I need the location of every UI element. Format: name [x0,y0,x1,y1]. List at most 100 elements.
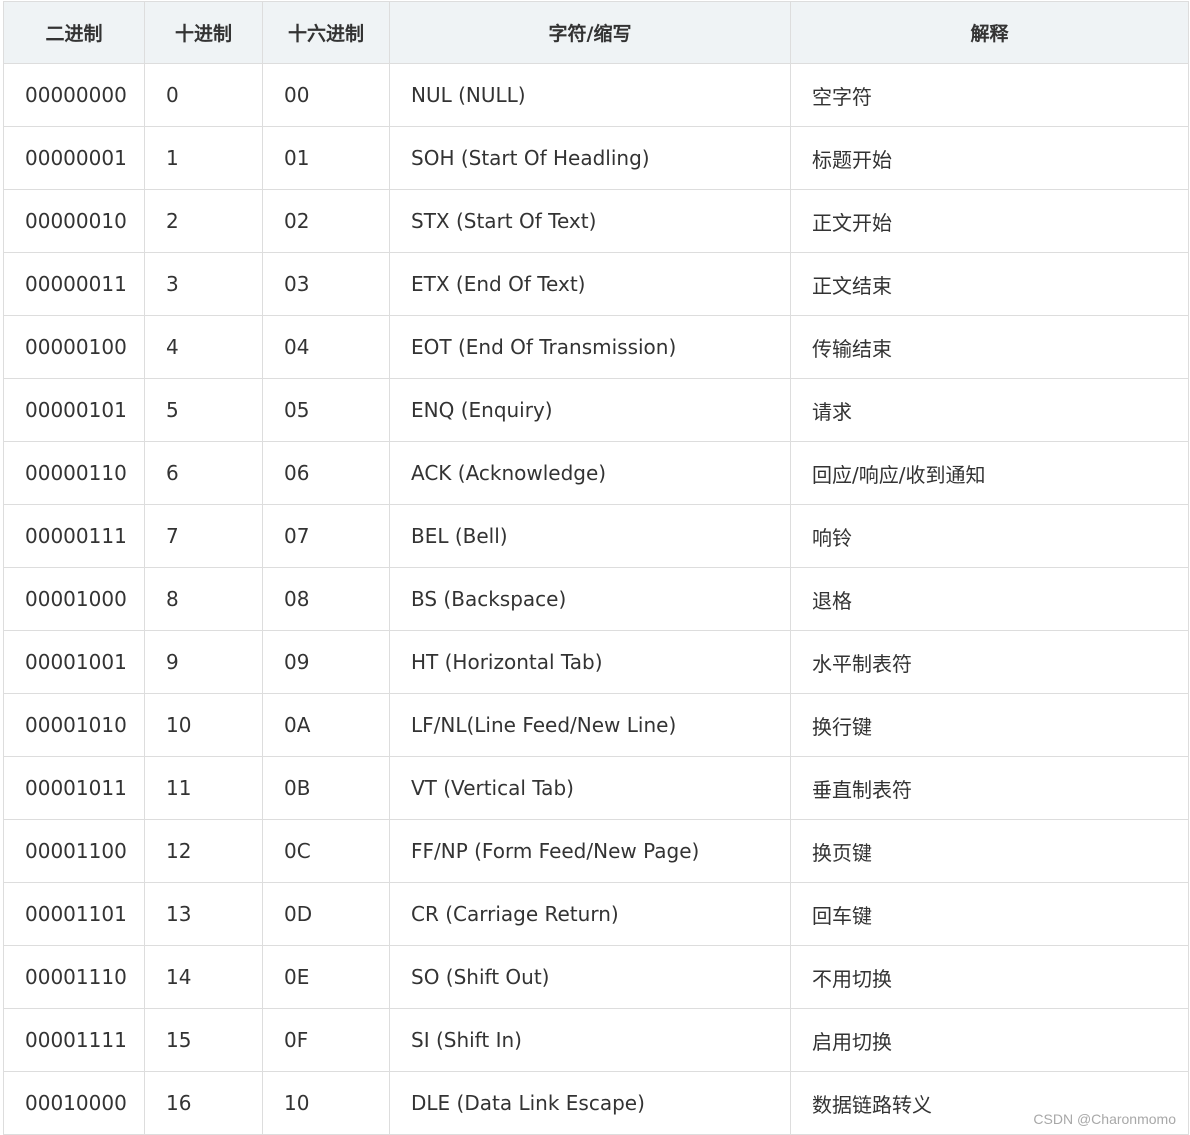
cell-binary: 00001100 [3,819,145,883]
cell-binary: 00001001 [3,630,145,694]
table-row: 00000000 0 00 NUL (NULL) 空字符 [3,63,1189,127]
table-row: 00000100 4 04 EOT (End Of Transmission) 传输结束 [3,315,1189,379]
header-char-abbr: 字符/缩写 [389,1,791,64]
cell-binary: 00000101 [3,378,145,442]
cell-explanation: 传输结束 [790,315,1189,379]
cell-decimal: 2 [144,189,263,253]
table-row: 00001101 13 0D CR (Carriage Return) 回车键 [3,882,1189,946]
cell-char-abbr: SO (Shift Out) [389,945,791,1009]
table-row: 00001011 11 0B VT (Vertical Tab) 垂直制表符 [3,756,1189,820]
cell-decimal: 8 [144,567,263,631]
cell-explanation: 不用切换 [790,945,1189,1009]
cell-char-abbr: SI (Shift In) [389,1008,791,1072]
cell-binary: 00000011 [3,252,145,316]
header-explanation: 解释 [790,1,1189,64]
header-decimal: 十进制 [144,1,263,64]
table-row: 00001001 9 09 HT (Horizontal Tab) 水平制表符 [3,630,1189,694]
cell-explanation: 回车键 [790,882,1189,946]
cell-explanation: 请求 [790,378,1189,442]
cell-binary: 00001111 [3,1008,145,1072]
cell-decimal: 11 [144,756,263,820]
cell-char-abbr: SOH (Start Of Headling) [389,126,791,190]
cell-decimal: 7 [144,504,263,568]
table-row: 00010000 16 10 DLE (Data Link Escape) 数据链路转义 [3,1071,1189,1135]
cell-char-abbr: FF/NP (Form Feed/New Page) [389,819,791,883]
cell-explanation: 响铃 [790,504,1189,568]
cell-decimal: 3 [144,252,263,316]
cell-hex: 07 [262,504,390,568]
cell-hex: 0A [262,693,390,757]
header-hex: 十六进制 [262,1,390,64]
cell-decimal: 0 [144,63,263,127]
cell-explanation: 正文结束 [790,252,1189,316]
cell-char-abbr: STX (Start Of Text) [389,189,791,253]
cell-char-abbr: ACK (Acknowledge) [389,441,791,505]
cell-decimal: 5 [144,378,263,442]
table-row: 00000101 5 05 ENQ (Enquiry) 请求 [3,378,1189,442]
cell-hex: 00 [262,63,390,127]
cell-decimal: 6 [144,441,263,505]
header-binary: 二进制 [3,1,145,64]
table-row: 00001110 14 0E SO (Shift Out) 不用切换 [3,945,1189,1009]
cell-hex: 10 [262,1071,390,1135]
cell-binary: 00000110 [3,441,145,505]
cell-char-abbr: VT (Vertical Tab) [389,756,791,820]
cell-explanation: 回应/响应/收到通知 [790,441,1189,505]
cell-hex: 0F [262,1008,390,1072]
cell-decimal: 16 [144,1071,263,1135]
cell-hex: 02 [262,189,390,253]
table-row: 00001000 8 08 BS (Backspace) 退格 [3,567,1189,631]
cell-char-abbr: CR (Carriage Return) [389,882,791,946]
cell-binary: 00000111 [3,504,145,568]
cell-char-abbr: HT (Horizontal Tab) [389,630,791,694]
cell-decimal: 10 [144,693,263,757]
cell-binary: 00000001 [3,126,145,190]
ascii-control-table: 二进制 十进制 十六进制 字符/缩写 解释 00000000 0 00 NUL (NU… [3,1,1189,1135]
cell-hex: 08 [262,567,390,631]
cell-binary: 00000100 [3,315,145,379]
cell-binary: 00000010 [3,189,145,253]
cell-explanation: 启用切换 [790,1008,1189,1072]
table-row: 00000111 7 07 BEL (Bell) 响铃 [3,504,1189,568]
cell-hex: 04 [262,315,390,379]
cell-explanation: 标题开始 [790,126,1189,190]
cell-binary: 00001101 [3,882,145,946]
table-row: 00000010 2 02 STX (Start Of Text) 正文开始 [3,189,1189,253]
cell-decimal: 9 [144,630,263,694]
cell-hex: 0D [262,882,390,946]
cell-hex: 0E [262,945,390,1009]
table-row: 00001100 12 0C FF/NP (Form Feed/New Page) 换页… [3,819,1189,883]
cell-char-abbr: NUL (NULL) [389,63,791,127]
table-row: 00000001 1 01 SOH (Start Of Headling) 标题开始 [3,126,1189,190]
table-row: 00000110 6 06 ACK (Acknowledge) 回应/响应/收到通知 [3,441,1189,505]
cell-explanation: 正文开始 [790,189,1189,253]
cell-hex: 06 [262,441,390,505]
cell-hex: 09 [262,630,390,694]
cell-hex: 0B [262,756,390,820]
cell-binary: 00001011 [3,756,145,820]
cell-hex: 01 [262,126,390,190]
cell-decimal: 15 [144,1008,263,1072]
cell-decimal: 4 [144,315,263,379]
cell-hex: 05 [262,378,390,442]
cell-hex: 03 [262,252,390,316]
cell-explanation: 换行键 [790,693,1189,757]
cell-char-abbr: LF/NL(Line Feed/New Line) [389,693,791,757]
watermark: CSDN @Charonmomo [1033,1111,1176,1127]
cell-char-abbr: BEL (Bell) [389,504,791,568]
cell-char-abbr: BS (Backspace) [389,567,791,631]
cell-binary: 00001010 [3,693,145,757]
table-body: 00000000 0 00 NUL (NULL) 空字符 00000001 1 01 SOH (… [3,63,1189,1135]
cell-explanation: 退格 [790,567,1189,631]
cell-decimal: 1 [144,126,263,190]
cell-explanation: 水平制表符 [790,630,1189,694]
cell-explanation: 空字符 [790,63,1189,127]
cell-char-abbr: EOT (End Of Transmission) [389,315,791,379]
cell-decimal: 13 [144,882,263,946]
cell-binary: 00001000 [3,567,145,631]
cell-binary: 00001110 [3,945,145,1009]
cell-binary: 00000000 [3,63,145,127]
cell-hex: 0C [262,819,390,883]
cell-binary: 00010000 [3,1071,145,1135]
cell-decimal: 14 [144,945,263,1009]
